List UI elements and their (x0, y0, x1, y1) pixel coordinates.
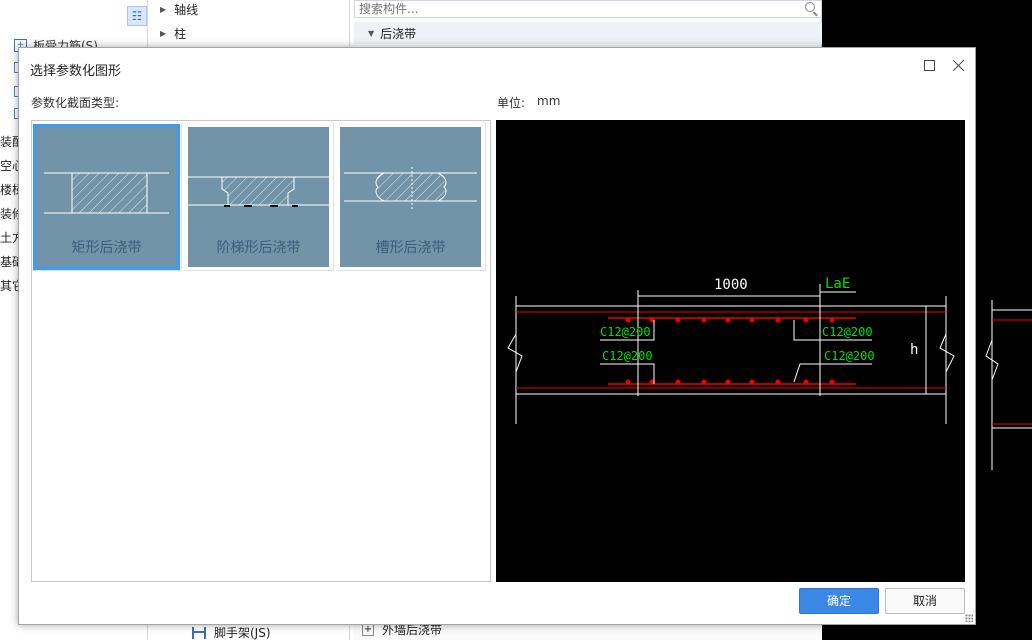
component-search (354, 0, 822, 18)
collapse-icon: ▼ (368, 28, 375, 38)
cancel-button[interactable]: 取消 (885, 588, 965, 614)
leader-right-bottom (793, 363, 872, 383)
expand-icon: ▶ (160, 29, 167, 38)
rebar-label-right-bottom: C12@200 (824, 349, 875, 363)
break-line-right (939, 333, 955, 373)
shape-thumbnail: 槽形后浇带 (340, 127, 481, 267)
scaffold-icon (192, 626, 206, 639)
shape-list: 矩形后浇带 阶梯形后浇带 槽形后浇带 (31, 120, 491, 582)
shape-thumbnail: 阶梯形后浇带 (188, 127, 329, 267)
expand-icon: ▶ (160, 5, 167, 14)
select-parametric-shape-dialog: 选择参数化图形 参数化截面类型: 单位: mm 矩形后浇带 阶梯形后浇带 槽形后… (18, 47, 976, 625)
expand-box-icon[interactable]: + (362, 623, 374, 636)
confirm-button[interactable]: 确定 (799, 588, 879, 614)
preview-drawing: 1000 LaE C12@200 C12@200 C12@200 C12@200… (507, 276, 955, 424)
resize-grip-icon[interactable] (965, 614, 973, 622)
dim-lae-label: LaE (825, 276, 850, 292)
tree-item-axis[interactable]: ▶ 轴线 (160, 1, 198, 18)
shape-label: 阶梯形后浇带 (216, 240, 301, 256)
shape-tile-stepped[interactable]: 阶梯形后浇带 (184, 123, 334, 271)
shape-tile-rectangular[interactable]: 矩形后浇带 (32, 123, 182, 271)
rebar-label-left-top: C12@200 (600, 325, 651, 339)
tree-item-column[interactable]: ▶ 柱 (160, 25, 186, 42)
break-line-left (507, 333, 523, 373)
maximize-icon[interactable] (924, 60, 935, 71)
unit-label: 单位: (497, 96, 526, 110)
rebar-label-left-bottom: C12@200 (602, 349, 653, 363)
group-label: 后浇带 (380, 26, 417, 41)
group-post-cast-strip[interactable]: ▼ 后浇带 (354, 22, 822, 44)
shape-label: 矩形后浇带 (71, 240, 142, 256)
search-icon[interactable] (805, 2, 815, 12)
dialog-title: 选择参数化图形 (30, 64, 122, 79)
shape-preview: 1000 LaE C12@200 C12@200 C12@200 C12@200… (496, 120, 965, 582)
shape-tile-grooved[interactable]: 槽形后浇带 (336, 123, 486, 271)
list-view-icon[interactable]: ☷ (127, 6, 147, 26)
shape-thumbnail: 矩形后浇带 (33, 124, 180, 270)
shape-label: 槽形后浇带 (375, 240, 446, 256)
unit-row: 单位: mm (497, 94, 560, 111)
section-type-label: 参数化截面类型: (31, 96, 120, 110)
rebar-label-right-top: C12@200 (822, 325, 873, 339)
tree-item-scaffold[interactable]: 脚手架(JS) (192, 624, 271, 640)
tree-item-label: 轴线 (174, 3, 199, 17)
dim-h-label: h (910, 342, 918, 358)
tree-item-label: 脚手架(JS) (214, 626, 271, 640)
close-icon[interactable] (951, 58, 966, 73)
unit-value: mm (537, 94, 561, 108)
tree-item-label: 柱 (174, 27, 187, 41)
search-input[interactable] (355, 1, 795, 17)
dim-width-label: 1000 (714, 277, 748, 293)
